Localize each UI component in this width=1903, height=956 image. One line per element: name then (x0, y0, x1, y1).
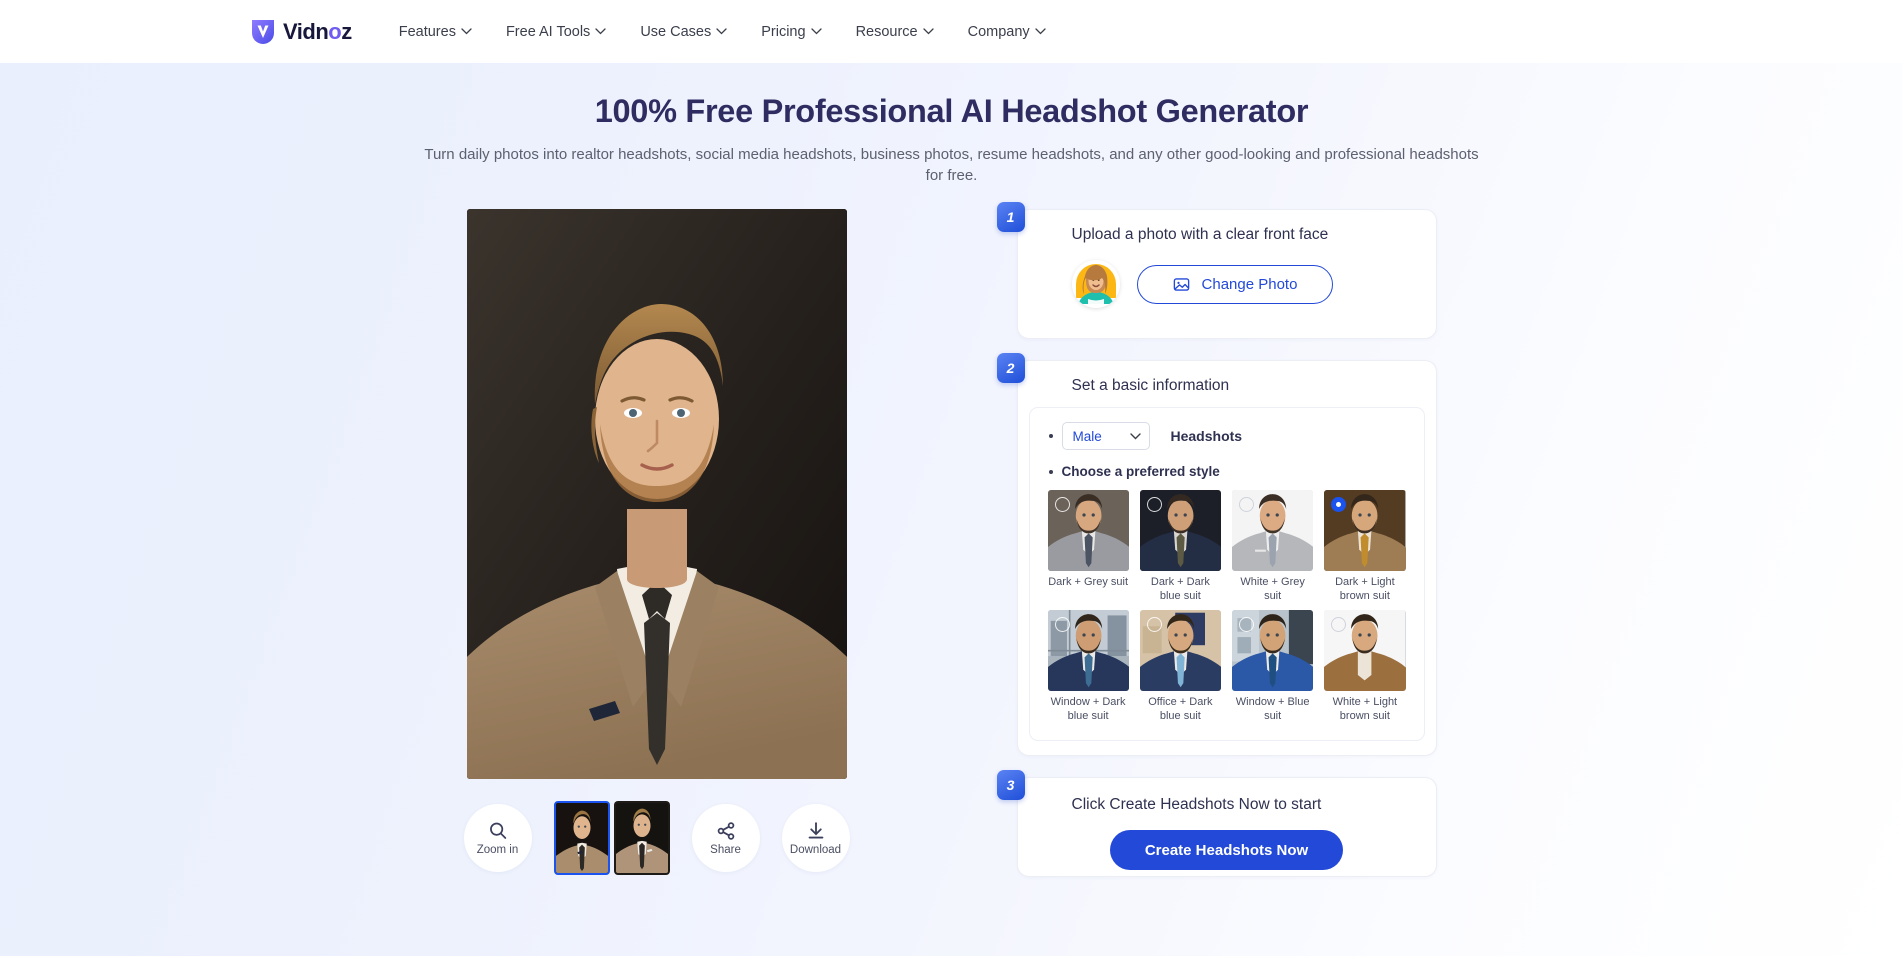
style-option[interactable]: Window + Blue suit (1232, 610, 1314, 724)
nav-label: Company (967, 23, 1030, 40)
style-label: Window + Blue suit (1235, 696, 1310, 723)
vidnoz-logo-icon (248, 17, 278, 47)
download-label: Download (789, 843, 842, 856)
nav-label: Features (398, 23, 456, 40)
share-label: Share (710, 843, 741, 856)
site-header: Vidn o z Features Free AI Tools Use Cases … (0, 0, 1903, 63)
style-label: Dark + Dark blue suit (1150, 576, 1210, 603)
uploaded-photo-avatar[interactable] (1071, 260, 1120, 309)
style-label: Office + Dark blue suit (1148, 696, 1213, 723)
style-option[interactable]: Dark + Light brown suit (1324, 490, 1406, 604)
change-photo-button[interactable]: Change Photo (1136, 264, 1333, 304)
nav-item-pricing[interactable]: Pricing (744, 18, 838, 46)
share-icon (717, 822, 734, 840)
bullet-point-icon (1048, 434, 1053, 439)
bullet-point-icon (1048, 469, 1053, 474)
gender-row: Male Headshots (1046, 422, 1408, 451)
upload-row: Change Photo (1018, 244, 1436, 338)
image-icon (1173, 277, 1189, 291)
style-label: White + Light brown suit (1332, 696, 1398, 723)
style-option[interactable]: Office + Dark blue suit (1139, 610, 1221, 724)
style-thumbnail (1047, 610, 1129, 692)
result-thumbnail-strip (553, 801, 670, 876)
step-3-badge: 3 (996, 770, 1025, 801)
style-thumbnail (1324, 490, 1406, 572)
vidnoz-logo[interactable]: Vidn o z (248, 17, 352, 47)
step-3-title: Click Create Headshots Now to start (1071, 796, 1322, 814)
headshots-label: Headshots (1170, 428, 1243, 445)
style-label: White + Grey suit (1240, 576, 1305, 603)
style-option[interactable]: Dark + Dark blue suit (1139, 490, 1221, 604)
style-thumbnail (1232, 490, 1314, 572)
chevron-down-icon (461, 28, 472, 35)
nav-label: Free AI Tools (505, 23, 591, 40)
style-option[interactable]: White + Light brown suit (1324, 610, 1406, 724)
step-2-badge: 2 (996, 353, 1025, 384)
style-radio[interactable] (1054, 497, 1070, 513)
nav-item-features[interactable]: Features (382, 18, 489, 46)
download-icon (808, 822, 823, 839)
style-radio[interactable] (1239, 617, 1254, 633)
chevron-down-icon (810, 28, 822, 35)
style-thumbnail (1047, 490, 1129, 572)
step-2-title: Set a basic information (1071, 377, 1230, 395)
nav-item-resource[interactable]: Resource (839, 18, 951, 46)
style-thumbnail (1139, 490, 1221, 572)
cta-wrapper: Create Headshots Now (1018, 814, 1436, 871)
hero-section: 100% Free Professional AI Headshot Gener… (0, 63, 1903, 187)
style-option[interactable]: White + Grey suit (1232, 490, 1314, 604)
basic-information-box: Male Headshots Choose a preferred style (1028, 407, 1425, 742)
step-1-badge: 1 (996, 202, 1025, 233)
style-radio[interactable] (1146, 497, 1162, 513)
chevron-down-icon (922, 28, 934, 35)
thumbnail-item[interactable] (613, 801, 670, 876)
nav-label: Resource (855, 23, 918, 40)
page-subtitle: Turn daily photos into realtor headshots… (424, 145, 1479, 185)
step-1-card: 1 Upload a photo with a clear front face (996, 202, 1437, 340)
choose-style-label: Choose a preferred style (1061, 464, 1220, 480)
settings-column: 1 Upload a photo with a clear front face (996, 202, 1437, 898)
zoom-in-label: Zoom in (476, 843, 519, 856)
nav-label: Use Cases (640, 23, 712, 40)
nav-label: Pricing (761, 23, 806, 40)
step-3-card: 3 Click Create Headshots Now to start Cr… (996, 770, 1437, 878)
preview-toolbar: Zoom in Share Download (463, 801, 850, 876)
vidnoz-logo-text: Vidn o z (283, 18, 352, 44)
zoom-in-button[interactable]: Zoom in (463, 804, 532, 873)
style-radio[interactable] (1146, 617, 1162, 633)
main-nav: Features Free AI Tools Use Cases Pricing… (382, 18, 1063, 46)
style-thumbnail (1139, 610, 1221, 692)
style-grid: Dark + Grey suit Dark + Dark blue suit W… (1046, 490, 1408, 724)
step-1-title: Upload a photo with a clear front face (1071, 226, 1329, 244)
style-option[interactable]: Window + Dark blue suit (1047, 610, 1129, 724)
style-thumbnail (1324, 610, 1406, 692)
change-photo-label: Change Photo (1201, 275, 1298, 293)
main-content: Zoom in Share Download 1 Upload a photo … (0, 202, 1903, 898)
style-thumbnail (1232, 610, 1314, 692)
nav-item-use-cases[interactable]: Use Cases (623, 18, 744, 46)
chevron-down-icon (1035, 28, 1046, 35)
share-button[interactable]: Share (691, 804, 760, 873)
step-2-card: 2 Set a basic information Male Headshots… (996, 353, 1437, 757)
style-label: Window + Dark blue suit (1050, 696, 1126, 723)
style-label: Dark + Light brown suit (1335, 576, 1395, 603)
gender-select[interactable]: Male (1061, 422, 1150, 451)
style-option[interactable]: Dark + Grey suit (1047, 490, 1129, 604)
download-button[interactable]: Download (781, 804, 850, 873)
headshot-preview-image (466, 209, 847, 780)
create-headshots-button[interactable]: Create Headshots Now (1110, 830, 1343, 871)
gender-select-value: Male (1072, 428, 1102, 444)
search-icon (489, 822, 506, 839)
nav-item-free-ai-tools[interactable]: Free AI Tools (489, 18, 623, 46)
style-radio[interactable] (1054, 617, 1070, 633)
thumbnail-item[interactable] (553, 801, 610, 876)
chevron-down-icon (595, 28, 606, 35)
chevron-down-icon (716, 28, 727, 35)
choose-style-row: Choose a preferred style (1046, 464, 1408, 479)
chevron-down-icon (1129, 432, 1141, 440)
nav-item-company[interactable]: Company (951, 18, 1063, 46)
style-label: Dark + Grey suit (1048, 576, 1129, 589)
preview-column: Zoom in Share Download (463, 209, 850, 876)
page-title: 100% Free Professional AI Headshot Gener… (594, 93, 1309, 129)
